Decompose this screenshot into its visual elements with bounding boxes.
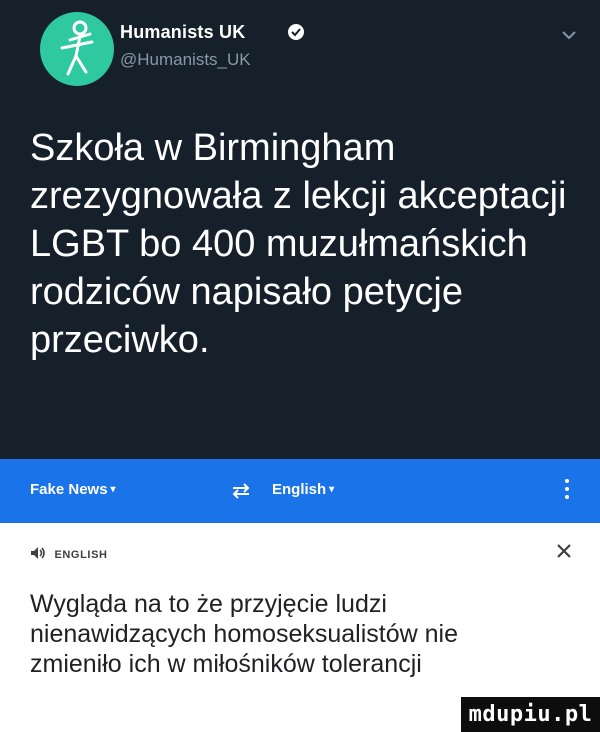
chevron-down-icon[interactable] — [562, 30, 576, 40]
verified-badge-icon — [288, 24, 304, 40]
speaker-icon[interactable] — [30, 546, 46, 560]
language-label: ENGLISH — [54, 549, 108, 561]
more-vert-icon[interactable] — [564, 479, 570, 501]
swap-languages-icon[interactable] — [230, 483, 252, 499]
language-row: ENGLISH — [30, 545, 108, 565]
target-language-label: English — [272, 481, 327, 498]
translate-toolbar: Fake News ▾ English ▾ — [0, 459, 600, 523]
humanist-logo-icon — [60, 20, 94, 76]
translate-panel: Fake News ▾ English ▾ ENGLISH Wygląda na t… — [0, 459, 600, 732]
target-language-select[interactable]: English ▾ — [272, 481, 334, 498]
avatar[interactable] — [40, 12, 114, 86]
caret-down-icon: ▾ — [329, 484, 335, 495]
handle[interactable]: @Humanists_UK — [120, 50, 251, 70]
source-language-label: Fake News — [30, 481, 108, 498]
display-name[interactable]: Humanists UK — [120, 22, 245, 43]
watermark: mdupiu.pl — [461, 697, 600, 732]
translation-text: Wygląda na to że przyjęcie ludzi nienawi… — [30, 590, 459, 678]
source-language-select[interactable]: Fake News ▾ — [30, 481, 116, 498]
close-icon[interactable] — [556, 543, 572, 559]
tweet-card: Humanists UK @Humanists_UK Szkoła w Birm… — [0, 0, 600, 459]
caret-down-icon: ▾ — [110, 484, 116, 495]
tweet-text: Szkoła w Birmingham zrezygnowała z lekcj… — [30, 127, 567, 361]
